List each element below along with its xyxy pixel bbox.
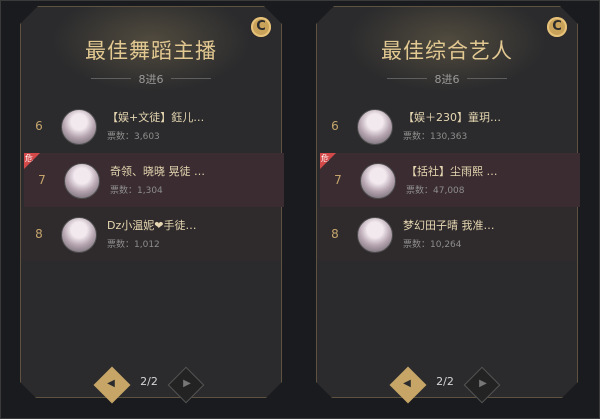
vote-count: 票数：10,264 (403, 240, 462, 250)
chevron-right-icon[interactable]: ▶ (179, 376, 195, 392)
avatar (61, 217, 97, 253)
vote-count: 票数：130,363 (403, 132, 468, 142)
avatar (64, 163, 100, 199)
avatar (61, 109, 97, 145)
pager: ◀ 2/2 ▶ (389, 366, 501, 404)
vote-count: 票数：1,012 (107, 240, 160, 250)
ranking-card-left: C 最佳舞蹈主播 8进6 6 【娱+文徒】鈺儿… 票数：3,603 危 7 奇领… (20, 6, 284, 404)
card-title: 最佳综合艺人 (381, 39, 513, 63)
ranking-row[interactable]: 6 【娱＋230】童玥… 票数：130,363 (317, 99, 577, 153)
streamer-name: 【娱+文徒】鈺儿… (107, 111, 205, 124)
rank-number: 8 (35, 227, 43, 241)
avatar (360, 163, 396, 199)
vote-count: 票数：47,008 (406, 186, 465, 196)
ranking-card-right: C 最佳综合艺人 8进6 6 【娱＋230】童玥… 票数：130,363 危 7… (316, 6, 580, 404)
rank-number: 6 (331, 119, 339, 133)
ranking-row[interactable]: 6 【娱+文徒】鈺儿… 票数：3,603 (21, 99, 281, 153)
vote-count: 票数：3,603 (107, 132, 160, 142)
corner-cut (20, 6, 38, 24)
corner-cut (316, 382, 332, 398)
corner-cut (562, 382, 578, 398)
avatar (357, 109, 393, 145)
corner-cut (316, 6, 334, 24)
rank-number: 7 (334, 173, 342, 187)
rank-number: 8 (331, 227, 339, 241)
coin-icon[interactable]: C (251, 17, 271, 37)
ranking-row[interactable]: 8 Dz小温妮❤手徒… 票数：1,012 (21, 207, 281, 261)
corner-cut (266, 382, 282, 398)
round-label: 8进6 (21, 71, 281, 87)
streamer-name: 【娱＋230】童玥… (403, 111, 501, 124)
rank-number: 7 (38, 173, 46, 187)
streamer-name: Dz小温妮❤手徒… (107, 219, 197, 232)
round-label: 8进6 (317, 71, 577, 87)
ranking-row[interactable]: 危 7 奇领、晓晓 晃徒 … 票数：1,304 (24, 153, 284, 207)
ranking-row[interactable]: 危 7 【括社】尘雨熙 … 票数：47,008 (320, 153, 580, 207)
avatar (357, 217, 393, 253)
streamer-name: 梦幻田子晴 我准… (403, 219, 495, 232)
danger-label: 危 (25, 154, 33, 163)
chevron-right-icon[interactable]: ▶ (475, 376, 491, 392)
rank-number: 6 (35, 119, 43, 133)
corner-cut (20, 382, 36, 398)
vote-count: 票数：1,304 (110, 186, 163, 196)
card-title: 最佳舞蹈主播 (85, 39, 217, 63)
streamer-name: 奇领、晓晓 晃徒 … (110, 165, 205, 178)
coin-icon[interactable]: C (547, 17, 567, 37)
pager: ◀ 2/2 ▶ (93, 366, 205, 404)
ranking-row[interactable]: 8 梦幻田子晴 我准… 票数：10,264 (317, 207, 577, 261)
streamer-name: 【括社】尘雨熙 … (406, 165, 498, 178)
danger-label: 危 (321, 154, 329, 163)
